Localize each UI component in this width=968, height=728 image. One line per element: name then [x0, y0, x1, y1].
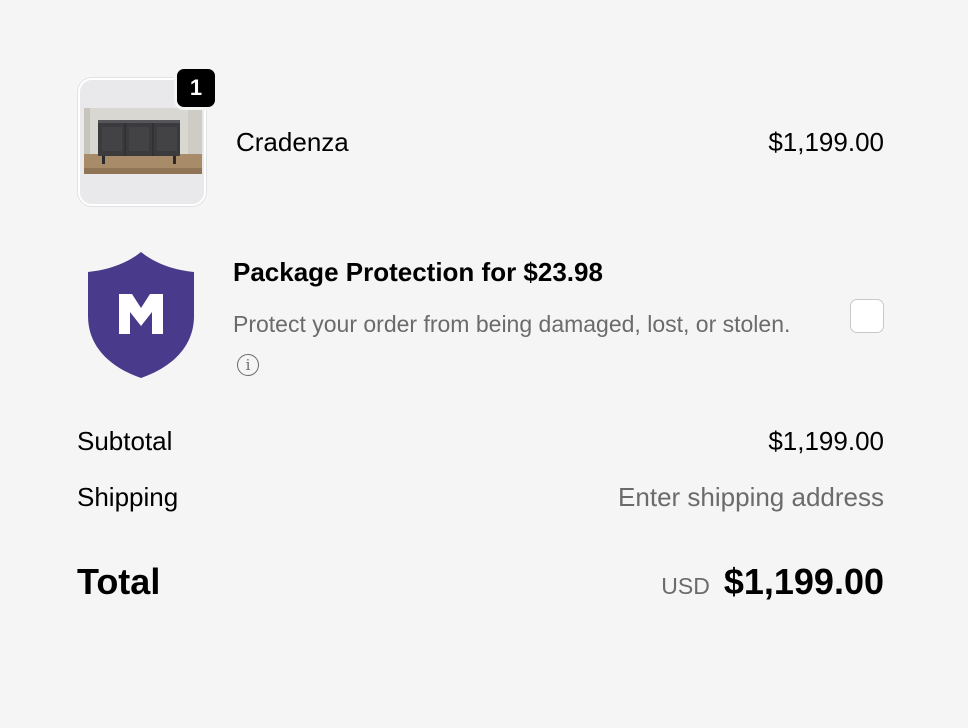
subtotal-label: Subtotal	[77, 426, 173, 456]
protection-title: Package Protection for $23.98	[233, 257, 603, 287]
subtotal-value: $1,199.00	[768, 426, 884, 456]
product-name: Cradenza	[236, 127, 349, 157]
protection-checkbox[interactable]	[850, 299, 884, 333]
protection-description-text: Protect your order from being damaged, l…	[233, 311, 791, 337]
shipping-row: Shipping Enter shipping address	[77, 480, 884, 514]
quantity-badge: 1	[174, 66, 218, 110]
total-row: Total USD $1,199.00	[77, 558, 884, 608]
shipping-value: Enter shipping address	[618, 482, 884, 512]
total-value-group: USD $1,199.00	[661, 558, 884, 614]
shield-logo-icon	[88, 252, 194, 378]
package-protection: Package Protection for $23.98 Protect yo…	[78, 248, 888, 388]
total-amount: $1,199.00	[723, 561, 884, 602]
currency-code: USD	[661, 573, 710, 599]
protection-description: Protect your order from being damaged, l…	[233, 306, 803, 378]
line-item: 1 Cradenza $1,199.00	[78, 66, 884, 206]
subtotal-row: Subtotal $1,199.00	[77, 424, 884, 458]
product-thumbnail-wrapper: 1	[78, 66, 218, 206]
order-summary: 1 Cradenza $1,199.00 Package Protection …	[0, 0, 968, 728]
info-icon[interactable]: i	[237, 354, 259, 376]
total-label: Total	[77, 561, 161, 602]
product-price: $1,199.00	[768, 127, 884, 157]
shipping-label: Shipping	[77, 482, 179, 512]
